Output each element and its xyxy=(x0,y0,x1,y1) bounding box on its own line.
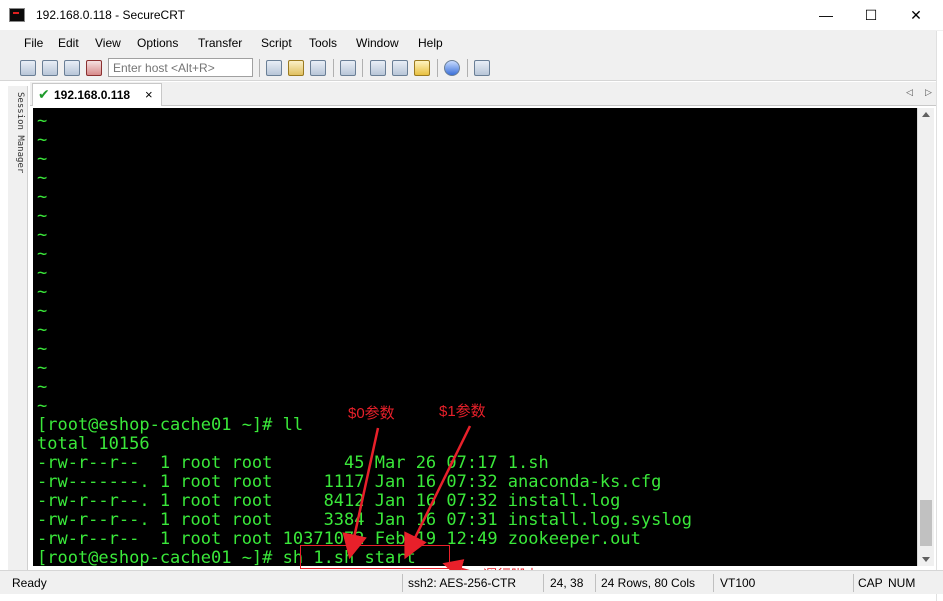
terminal-line: -rw-r--r--. 1 root root 3384 Jan 16 07:3… xyxy=(37,510,693,530)
help-icon[interactable] xyxy=(444,60,460,76)
disconnect-icon[interactable] xyxy=(86,60,102,76)
annotation-command-box xyxy=(300,545,450,569)
terminal-tilde-line: ~ xyxy=(37,301,48,321)
session-options-icon[interactable] xyxy=(370,60,386,76)
terminal-tilde-line: ~ xyxy=(37,396,48,416)
toolbar xyxy=(0,55,943,81)
title-bar: 192.168.0.118 - SecureCRT — ☐ ✕ xyxy=(0,0,943,31)
print-icon[interactable] xyxy=(340,60,356,76)
status-ready: Ready xyxy=(12,576,47,590)
terminal-tilde-line: ~ xyxy=(37,130,48,150)
securecrt-app-icon xyxy=(9,8,25,22)
key-icon[interactable] xyxy=(414,60,430,76)
terminal-tilde-line: ~ xyxy=(37,377,48,397)
terminal-tilde-line: ~ xyxy=(37,111,48,131)
toolbar-separator xyxy=(437,59,438,77)
paste-icon[interactable] xyxy=(288,60,304,76)
terminal-tilde-line: ~ xyxy=(37,263,48,283)
terminal-tilde-line: ~ xyxy=(37,149,48,169)
status-emulation: VT100 xyxy=(720,576,756,590)
enter-host-input[interactable] xyxy=(108,58,253,77)
terminal-line: -rw-------. 1 root root 1117 Jan 16 07:3… xyxy=(37,472,662,492)
status-cursor-position: 24, 38 xyxy=(550,576,584,590)
status-bar: Ready ssh2: AES-256-CTR 24, 38 24 Rows, … xyxy=(0,570,943,594)
status-caps: CAP xyxy=(858,576,883,590)
maximize-button[interactable]: ☐ xyxy=(848,0,894,30)
menu-help[interactable]: Help xyxy=(418,36,443,50)
menu-tools[interactable]: Tools xyxy=(309,36,337,50)
menu-edit[interactable]: Edit xyxy=(58,36,79,50)
tab-next-icon[interactable]: ▷ xyxy=(925,87,932,98)
terminal-screen[interactable]: ~ ~ ~ ~ ~ ~ ~ ~ ~ ~ ~ ~ ~ ~ ~ ~ [root@eshop-cache01 ~]# … xyxy=(33,108,917,566)
background-window-edge xyxy=(936,31,943,601)
toolbar-separator xyxy=(333,59,334,77)
terminal-line: total 10156 xyxy=(37,434,150,454)
tab-label: 192.168.0.118 xyxy=(54,88,131,102)
status-size: 24 Rows, 80 Cols xyxy=(601,576,696,590)
menu-options[interactable]: Options xyxy=(137,36,178,50)
status-divider xyxy=(595,574,596,592)
menu-file[interactable]: File xyxy=(24,36,43,50)
scroll-down-icon[interactable] xyxy=(922,557,930,562)
annotation-param0: $0参数 xyxy=(348,405,395,422)
reconnect-icon[interactable] xyxy=(64,60,80,76)
tab-prev-icon[interactable]: ◁ xyxy=(906,87,913,98)
tab-session[interactable]: ✔ 192.168.0.118 × xyxy=(32,83,162,106)
copy-icon[interactable] xyxy=(266,60,282,76)
terminal-tilde-line: ~ xyxy=(37,358,48,378)
scroll-thumb[interactable] xyxy=(920,500,932,546)
status-divider xyxy=(853,574,854,592)
terminal-tilde-line: ~ xyxy=(37,187,48,207)
quick-connect-icon[interactable] xyxy=(42,60,58,76)
annotation-param1: $1参数 xyxy=(439,403,486,420)
status-divider xyxy=(543,574,544,592)
status-divider xyxy=(713,574,714,592)
status-cipher: ssh2: AES-256-CTR xyxy=(408,576,517,590)
terminal-tilde-line: ~ xyxy=(37,244,48,264)
toolbar-separator xyxy=(467,59,468,77)
menu-window[interactable]: Window xyxy=(356,36,399,50)
terminal-tilde-line: ~ xyxy=(37,282,48,302)
terminal-tilde-line: ~ xyxy=(37,225,48,245)
session-manager-strip[interactable]: Session Manager xyxy=(8,86,28,570)
terminal-line: -rw-r--r-- 1 root root 45 Mar 26 07:17 1… xyxy=(37,453,549,473)
status-num: NUM xyxy=(888,576,916,590)
keymap-icon[interactable] xyxy=(474,60,490,76)
scroll-up-icon[interactable] xyxy=(922,112,930,117)
terminal-tilde-line: ~ xyxy=(37,339,48,359)
find-icon[interactable] xyxy=(310,60,326,76)
window-title: 192.168.0.118 - SecureCRT xyxy=(36,8,185,22)
close-button[interactable]: ✕ xyxy=(893,0,939,30)
toolbar-separator xyxy=(362,59,363,77)
terminal-line: -rw-r--r--. 1 root root 8412 Jan 16 07:3… xyxy=(37,491,621,511)
global-options-icon[interactable] xyxy=(392,60,408,76)
menu-bar: File Edit View Options Transfer Script T… xyxy=(0,31,943,55)
tab-bar: ✔ 192.168.0.118 × ◁ ▷ xyxy=(30,82,943,106)
terminal-line: [root@eshop-cache01 ~]# ll xyxy=(37,415,304,435)
status-divider xyxy=(402,574,403,592)
terminal-tilde-line: ~ xyxy=(37,320,48,340)
menu-script[interactable]: Script xyxy=(261,36,292,50)
tab-close-icon[interactable]: × xyxy=(145,87,153,102)
terminal-tilde-line: ~ xyxy=(37,168,48,188)
terminal-scrollbar[interactable] xyxy=(917,108,934,566)
check-icon: ✔ xyxy=(38,86,50,102)
menu-view[interactable]: View xyxy=(95,36,121,50)
minimize-button[interactable]: — xyxy=(803,0,849,30)
session-manager-label: Session Manager xyxy=(15,92,25,174)
toolbar-separator xyxy=(259,59,260,77)
menu-transfer[interactable]: Transfer xyxy=(198,36,242,50)
terminal-tilde-line: ~ xyxy=(37,206,48,226)
connect-icon[interactable] xyxy=(20,60,36,76)
